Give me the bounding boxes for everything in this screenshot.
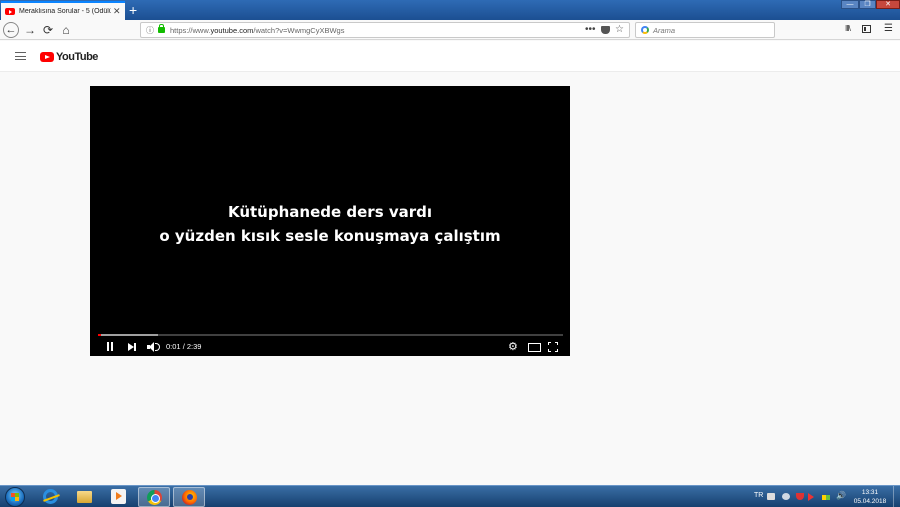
- taskbar-firefox[interactable]: [173, 487, 205, 507]
- url-bar[interactable]: ⓘ https://www.youtube.com/watch?v=WwmgCy…: [140, 22, 630, 38]
- video-subtitle: Kütüphanede ders vardı o yüzden kısık se…: [90, 200, 570, 248]
- fullscreen-corner-icon: [555, 349, 558, 352]
- minimize-icon: —: [846, 1, 854, 8]
- tab-title: Meraklısına Sorular - 5 (Ödülü: [19, 8, 111, 15]
- chrome-icon: [147, 490, 162, 505]
- show-desktop-button[interactable]: [893, 486, 900, 507]
- firefox-icon: [182, 490, 197, 505]
- taskbar-chrome[interactable]: [138, 487, 170, 507]
- subtitle-line-2: o yüzden kısık sesle konuşmaya çalıştım: [159, 227, 501, 245]
- url-text[interactable]: https://www.youtube.com/watch?v=WwmgCyXB…: [170, 26, 344, 35]
- home-button[interactable]: ⌂: [58, 22, 74, 38]
- google-search-icon[interactable]: [641, 26, 649, 34]
- fullscreen-corner-icon: [548, 349, 551, 352]
- folder-icon: [77, 491, 92, 503]
- maximize-icon: ❐: [864, 1, 871, 8]
- taskbar-media-player[interactable]: [103, 487, 135, 507]
- progress-buffered: [98, 334, 159, 336]
- youtube-logo[interactable]: YouTube: [40, 51, 98, 63]
- url-path: /watch?v=WwmgCyXBWgs: [253, 26, 345, 35]
- youtube-header: YouTube: [0, 41, 900, 72]
- settings-gear-icon[interactable]: ⚙: [508, 338, 518, 356]
- taskbar-file-explorer[interactable]: [69, 487, 101, 507]
- pocket-icon[interactable]: [601, 26, 610, 34]
- progress-played: [98, 334, 101, 336]
- volume-wave-icon: [155, 343, 160, 351]
- window-minimize-button[interactable]: —: [841, 0, 859, 9]
- search-placeholder: Arama: [653, 26, 676, 35]
- fullscreen-corner-icon: [548, 342, 551, 345]
- back-button[interactable]: ←: [3, 22, 19, 38]
- guide-menu-icon[interactable]: [15, 52, 26, 60]
- windows-logo-icon: [11, 493, 19, 501]
- sidebar-icon[interactable]: [862, 25, 871, 33]
- youtube-play-icon: [40, 52, 54, 62]
- theater-mode-button[interactable]: [528, 338, 541, 356]
- keyboard-icon[interactable]: [767, 493, 775, 500]
- youtube-wordmark: YouTube: [56, 51, 98, 63]
- internet-explorer-icon: [43, 489, 58, 504]
- next-button[interactable]: [128, 338, 138, 356]
- bookmark-star-icon[interactable]: ☆: [615, 23, 624, 37]
- player-controls: 0:01 / 2:39 ⚙: [90, 338, 570, 356]
- language-indicator[interactable]: TR: [754, 492, 763, 499]
- fullscreen-button[interactable]: [548, 338, 558, 356]
- fullscreen-corner-icon: [555, 342, 558, 345]
- clock-time: 13:31: [861, 489, 879, 496]
- subtitle-line-1: Kütüphanede ders vardı: [227, 203, 433, 221]
- pause-button[interactable]: [106, 338, 116, 356]
- tab-close-icon[interactable]: ✕: [113, 7, 121, 16]
- window-close-button[interactable]: ✕: [876, 0, 900, 9]
- site-info-icon[interactable]: ⓘ: [146, 25, 154, 36]
- media-player-icon: [111, 489, 126, 504]
- window-maximize-button[interactable]: ❐: [859, 0, 876, 9]
- action-center-flag-icon[interactable]: [808, 493, 814, 501]
- start-button[interactable]: [5, 487, 25, 507]
- security-shield-icon[interactable]: [796, 493, 804, 500]
- volume-icon[interactable]: 🔊: [836, 491, 846, 500]
- time-current: 0:01: [166, 342, 181, 351]
- library-icon[interactable]: III\: [845, 24, 851, 33]
- time-total: 2:39: [186, 342, 202, 351]
- windows-taskbar: TR 🔊 13:31 05.04.2018: [0, 485, 900, 507]
- youtube-favicon-icon: [5, 8, 15, 15]
- video-player[interactable]: Kütüphanede ders vardı o yüzden kısık se…: [90, 86, 570, 356]
- reload-button[interactable]: ⟳: [40, 22, 56, 38]
- taskbar-internet-explorer[interactable]: [35, 487, 67, 507]
- url-domain: youtube.com: [210, 26, 254, 35]
- network-icon[interactable]: [782, 493, 790, 500]
- close-icon: ✕: [885, 1, 891, 8]
- time-display: 0:01 / 2:39: [166, 338, 201, 356]
- new-tab-button[interactable]: +: [129, 1, 137, 19]
- browser-navbar: ← → ⟳ ⌂ ⓘ https://www.youtube.com/watch?…: [0, 20, 900, 40]
- signal-icon[interactable]: [822, 495, 830, 500]
- lock-icon[interactable]: [158, 24, 165, 33]
- search-bar[interactable]: Arama: [635, 22, 775, 38]
- page-actions-icon[interactable]: •••: [585, 23, 596, 37]
- browser-tab-youtube[interactable]: Meraklısına Sorular - 5 (Ödülü ✕: [1, 1, 125, 20]
- url-prefix: https://www.: [170, 26, 211, 35]
- hamburger-menu-icon[interactable]: ☰: [884, 23, 893, 34]
- clock-date: 05.04.2018: [853, 498, 887, 505]
- browser-titlebar: Meraklısına Sorular - 5 (Ödülü ✕ + — ❐ ✕: [0, 0, 900, 20]
- forward-button[interactable]: →: [22, 22, 38, 38]
- progress-bar[interactable]: [98, 334, 563, 336]
- system-clock[interactable]: 13:31 05.04.2018: [852, 488, 888, 506]
